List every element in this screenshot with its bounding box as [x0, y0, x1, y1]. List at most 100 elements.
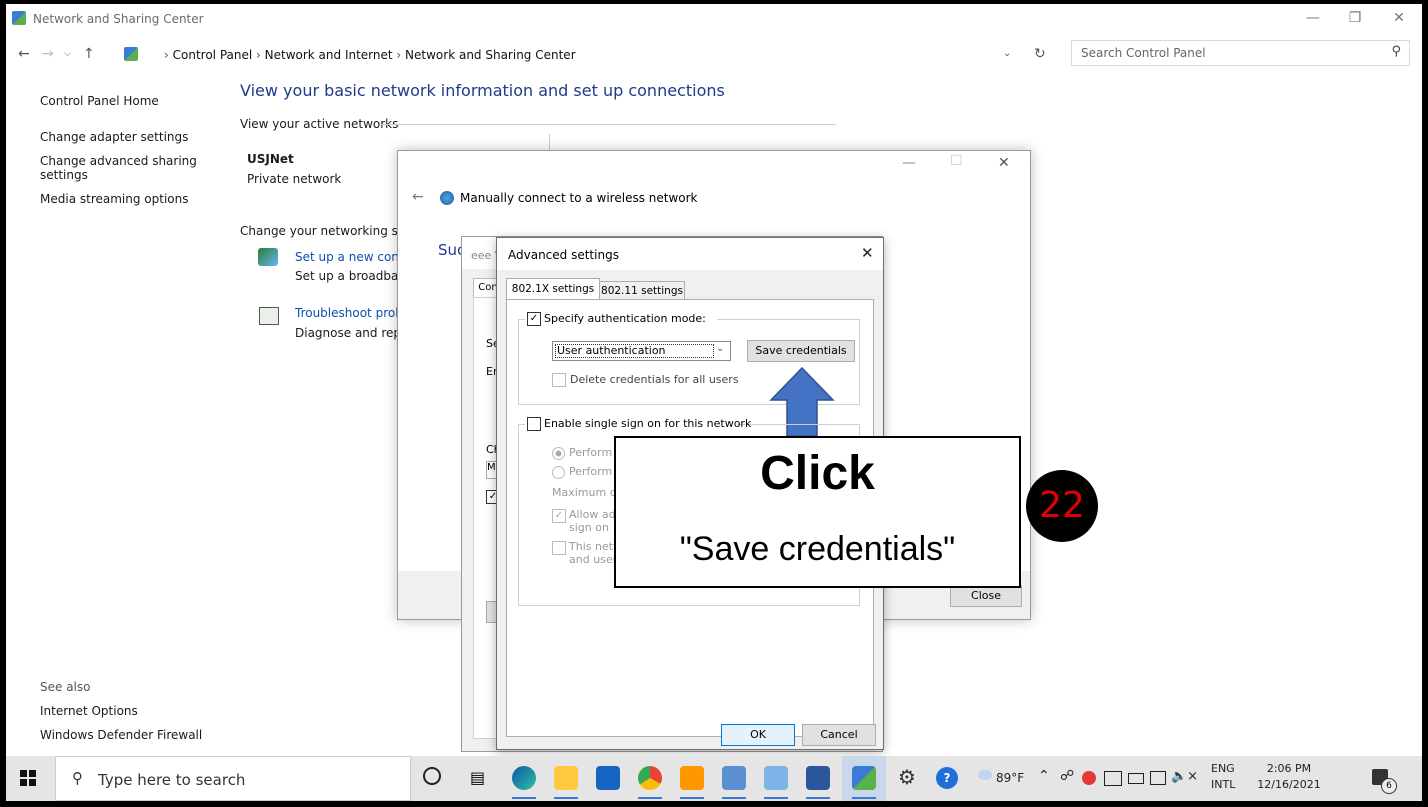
delete-credentials-checkbox[interactable]	[552, 373, 566, 387]
weather-text[interactable]: 89°F	[996, 771, 1024, 785]
screen: Network and Sharing Center — ❐ ✕ ← → ⌵ ↑…	[6, 4, 1422, 801]
troubleshoot-desc: Diagnose and repai	[295, 326, 412, 340]
firewall-link[interactable]: Windows Defender Firewall	[40, 728, 202, 742]
cancel-button[interactable]: Cancel	[802, 724, 876, 746]
address-bar: ← → ⌵ ↑ › Control Panel › Network and In…	[6, 38, 1422, 68]
taskbar: ⚲ Type here to search ▤ ⚙ ? 89°F ⌃ ☍ 🔈× …	[6, 756, 1422, 801]
chevron-up-icon[interactable]: ⌃	[1038, 768, 1050, 784]
perform-before-radio[interactable]	[552, 447, 565, 460]
task-view-icon[interactable]: ▤	[470, 768, 485, 787]
clock-date[interactable]: 12/16/2021	[1250, 778, 1328, 791]
advanced-title: Advanced settings	[508, 248, 619, 262]
notification-count-badge: 6	[1381, 778, 1397, 794]
weather-icon	[978, 770, 992, 780]
network-center-icon	[12, 11, 26, 25]
word-icon[interactable]	[806, 766, 830, 799]
callout-action: Click	[760, 447, 875, 500]
perform-after-radio[interactable]	[552, 466, 565, 479]
wizard-close-button[interactable]: ✕	[998, 155, 1010, 171]
window-title: Network and Sharing Center	[33, 12, 204, 26]
input-language-1[interactable]: ENG	[1211, 762, 1235, 775]
this-network-checkbox[interactable]	[552, 541, 566, 555]
close-button[interactable]: ✕	[1384, 8, 1414, 28]
divider	[381, 124, 836, 125]
tray-icon[interactable]: ☍	[1060, 768, 1074, 784]
allow-additional-label-2: sign on	[569, 521, 609, 534]
advanced-close-button[interactable]: ✕	[861, 244, 874, 262]
enable-sso-checkbox[interactable]	[527, 417, 541, 431]
allow-additional-checkbox[interactable]: ✓	[552, 509, 566, 523]
tray-alert-icon[interactable]	[1082, 771, 1096, 785]
ok-button[interactable]: OK	[721, 724, 795, 746]
media-streaming-link[interactable]: Media streaming options	[40, 192, 188, 206]
active-networks-label: View your active networks	[240, 117, 399, 131]
tray-icon[interactable]	[1104, 771, 1122, 786]
setup-connection-desc: Set up a broadbanc	[295, 269, 413, 283]
callout-target: "Save credentials"	[679, 530, 956, 568]
app-icon[interactable]	[764, 766, 788, 799]
refresh-icon[interactable]: ↻	[1034, 46, 1046, 62]
battery-icon[interactable]	[1128, 773, 1144, 784]
save-credentials-button[interactable]: Save credentials	[747, 340, 855, 362]
instruction-callout: Click "Save credentials"	[614, 436, 1021, 588]
wizard-maximize-button[interactable]: ☐	[950, 153, 963, 169]
clock-time[interactable]: 2:06 PM	[1255, 762, 1323, 775]
troubleshoot-icon	[259, 307, 279, 325]
tab-8021x[interactable]: 802.1X settings	[506, 278, 600, 300]
crumb-network-internet[interactable]: Network and Internet	[265, 48, 393, 62]
back-icon[interactable]: ←	[18, 46, 30, 62]
page-title: View your basic network information and …	[240, 81, 725, 100]
taskbar-search-box[interactable]: ⚲ Type here to search	[55, 756, 411, 801]
wireless-network-icon	[440, 191, 454, 205]
auth-mode-select[interactable]: User authentication ⌄	[552, 341, 731, 361]
restore-button[interactable]: ❐	[1340, 8, 1370, 28]
change-adapter-link[interactable]: Change adapter settings	[40, 130, 188, 144]
minimize-button[interactable]: —	[1298, 8, 1328, 28]
up-icon[interactable]: ↑	[83, 46, 95, 62]
wizard-close-text-button[interactable]: Close	[950, 585, 1022, 607]
change-sharing-link-2[interactable]: settings	[40, 168, 88, 182]
edge-icon[interactable]	[512, 766, 536, 799]
wizard-title: Manually connect to a wireless network	[460, 191, 698, 205]
title-bar: Network and Sharing Center — ❐ ✕	[6, 4, 1422, 34]
sublime-icon[interactable]	[680, 766, 704, 799]
forward-icon[interactable]: →	[42, 46, 54, 62]
control-panel-home-link[interactable]: Control Panel Home	[40, 94, 159, 108]
taskbar-search-placeholder: Type here to search	[98, 771, 246, 789]
volume-muted-icon[interactable]: 🔈×	[1171, 769, 1198, 784]
mail-icon[interactable]	[596, 766, 620, 790]
search-icon: ⚲	[72, 769, 83, 787]
input-language-2[interactable]: INTL	[1211, 778, 1235, 791]
change-networking-label: Change your networking sett	[240, 224, 415, 238]
app-icon[interactable]	[722, 766, 746, 799]
internet-options-link[interactable]: Internet Options	[40, 704, 138, 718]
chrome-icon[interactable]	[638, 766, 662, 799]
recent-dropdown-icon[interactable]: ⌵	[64, 49, 71, 59]
settings-gear-icon[interactable]: ⚙	[898, 765, 916, 789]
start-button[interactable]	[20, 770, 36, 786]
specify-auth-checkbox[interactable]: ✓	[527, 312, 541, 326]
advanced-title-bar: Advanced settings ✕	[497, 238, 883, 270]
delete-credentials-label: Delete credentials for all users	[570, 373, 739, 386]
specify-auth-label: Specify authentication mode:	[544, 312, 706, 325]
crumb-network-center[interactable]: Network and Sharing Center	[405, 48, 576, 62]
wizard-minimize-button[interactable]: —	[902, 155, 916, 171]
network-type: Private network	[247, 172, 342, 186]
help-icon[interactable]: ?	[936, 767, 958, 789]
network-name: USJNet	[247, 152, 294, 166]
wizard-back-icon[interactable]: ←	[412, 189, 424, 205]
troubleshoot-link[interactable]: Troubleshoot probl	[295, 306, 406, 320]
search-placeholder: Search Control Panel	[1081, 46, 1206, 60]
crumb-control-panel[interactable]: Control Panel	[173, 48, 253, 62]
network-icon[interactable]	[1150, 771, 1166, 785]
change-sharing-link[interactable]: Change advanced sharing	[40, 154, 197, 168]
setup-connection-icon	[258, 248, 278, 266]
cortana-icon[interactable]	[423, 767, 441, 785]
file-explorer-icon[interactable]	[554, 766, 578, 799]
address-dropdown-icon[interactable]: ⌄	[1003, 48, 1011, 59]
control-panel-task-icon[interactable]	[852, 766, 876, 799]
search-input[interactable]: Search Control Panel ⚲	[1071, 40, 1410, 66]
search-icon: ⚲	[1391, 44, 1401, 59]
see-also-label: See also	[40, 680, 91, 694]
tab-80211[interactable]: 802.11 settings	[599, 281, 685, 300]
